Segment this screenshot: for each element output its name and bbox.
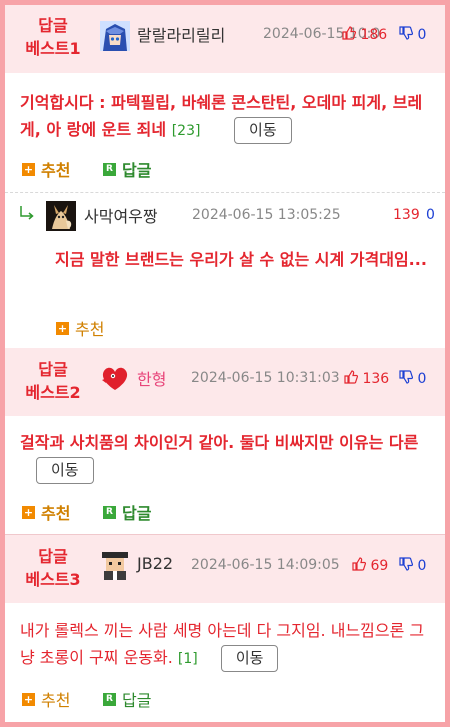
thumbs-down-icon (399, 370, 414, 388)
avatar[interactable] (46, 201, 76, 231)
reply-button[interactable]: R 답글 (103, 500, 151, 524)
best3-upvote-count: 69 (370, 558, 389, 574)
reply-button[interactable]: R 답글 (103, 157, 151, 181)
best3-rank: 답글 베스트3 (13, 545, 93, 591)
thumbs-down-icon (399, 557, 414, 575)
recommend-button[interactable]: + 추천 (22, 687, 70, 711)
plus-icon: + (22, 692, 35, 706)
recommend-label: 추천 (41, 691, 71, 710)
thumbs-down-icon (399, 26, 414, 44)
best2-content-text: 걸작과 사치품의 차이인거 같아. 둘다 비싸지만 이유는 다른 (20, 433, 419, 452)
best1-reply-count: [23] (171, 123, 201, 139)
reply-label: 답글 (122, 161, 152, 180)
recommend-label: 추천 (41, 161, 71, 180)
best1-downvote-count: 0 (417, 27, 427, 43)
best2-author[interactable]: 한형 (137, 366, 166, 390)
best3-rank-bottom: 베스트3 (25, 570, 81, 589)
reply-icon: R (103, 692, 116, 706)
best1-rank-top: 답글 (38, 16, 68, 35)
best1-upvote[interactable]: 186 (342, 26, 387, 44)
best1-rank-bottom: 베스트1 (25, 39, 81, 58)
plus-icon: + (56, 321, 69, 335)
best1-content: 기억합시다 : 파텍필립, 바쉐론 콘스탄틴, 오데마 피게, 브레게, 아 랑… (20, 89, 435, 145)
avatar[interactable] (100, 21, 130, 51)
thumbs-up-icon (342, 26, 357, 44)
best3-upvote[interactable]: 69 (352, 557, 388, 575)
thumbs-up-icon (344, 370, 359, 388)
recommend-label: 추천 (41, 504, 71, 523)
best1-rank: 답글 베스트1 (13, 14, 93, 60)
best2-rank: 답글 베스트2 (13, 358, 93, 404)
best1-downvote[interactable]: 0 (399, 26, 426, 44)
best1-author[interactable]: 랄랄라리릴리 (137, 22, 225, 46)
move-button[interactable]: 이동 (36, 457, 94, 484)
plus-icon: + (22, 162, 35, 176)
reply1-upvote-count[interactable]: 139 (393, 207, 420, 223)
best2-rank-top: 답글 (38, 360, 68, 379)
plus-icon: + (22, 505, 35, 519)
best3-downvote-count: 0 (417, 558, 427, 574)
reply1-downvote-count[interactable]: 0 (426, 207, 435, 223)
thumbs-up-icon (352, 557, 367, 575)
best1-upvote-count: 186 (360, 27, 388, 43)
reply-icon: R (103, 505, 116, 519)
best2-upvote-count: 136 (362, 371, 390, 387)
move-button[interactable]: 이동 (220, 645, 279, 672)
best2-rank-bottom: 베스트2 (25, 383, 81, 402)
best3-downvote[interactable]: 0 (399, 557, 426, 575)
best2-date: 2024-06-15 10:31:03 (191, 370, 340, 386)
reply-arrow-icon (18, 204, 36, 226)
best2-downvote[interactable]: 0 (399, 370, 426, 388)
best2-content: 걸작과 사치품의 차이인거 같아. 둘다 비싸지만 이유는 다른 이동 (20, 429, 435, 484)
best1-content-text: 기억합시다 : 파텍필립, 바쉐론 콘스탄틴, 오데마 피게, 브레게, 아 랑… (20, 93, 423, 139)
avatar[interactable] (100, 550, 130, 580)
reply-label: 답글 (122, 691, 152, 710)
best3-date: 2024-06-15 14:09:05 (191, 557, 340, 573)
reply1-date: 2024-06-15 13:05:25 (192, 207, 341, 223)
reply1-content: 지금 말한 브랜드는 우리가 살 수 없는 시계 가격대임... (55, 250, 427, 269)
best3-reply-count: [1] (177, 651, 198, 667)
best-replies-panel: 답글 베스트1 랄랄라리릴리 2024-06-15 10:0 186 0 기억합… (5, 5, 445, 722)
recommend-button[interactable]: + 추천 (22, 157, 70, 181)
reply-button[interactable]: R 답글 (103, 687, 151, 711)
divider (5, 192, 445, 193)
avatar[interactable] (100, 363, 130, 393)
reply-icon: R (103, 162, 116, 176)
best3-content: 내가 롤렉스 끼는 사람 세명 아는데 다 그지임. 내느낌으론 그냥 초롱이 … (20, 617, 435, 673)
best3-rank-top: 답글 (38, 547, 68, 566)
recommend-label: 추천 (75, 320, 105, 339)
best3-author[interactable]: JB22 (137, 554, 173, 573)
best2-upvote[interactable]: 136 (344, 370, 389, 388)
best2-downvote-count: 0 (417, 371, 427, 387)
recommend-button[interactable]: + 추천 (22, 500, 70, 524)
move-button[interactable]: 이동 (234, 117, 292, 144)
recommend-button[interactable]: + 추천 (56, 316, 104, 340)
reply-label: 답글 (122, 504, 152, 523)
reply1-author[interactable]: 사막여우짱 (84, 203, 158, 227)
